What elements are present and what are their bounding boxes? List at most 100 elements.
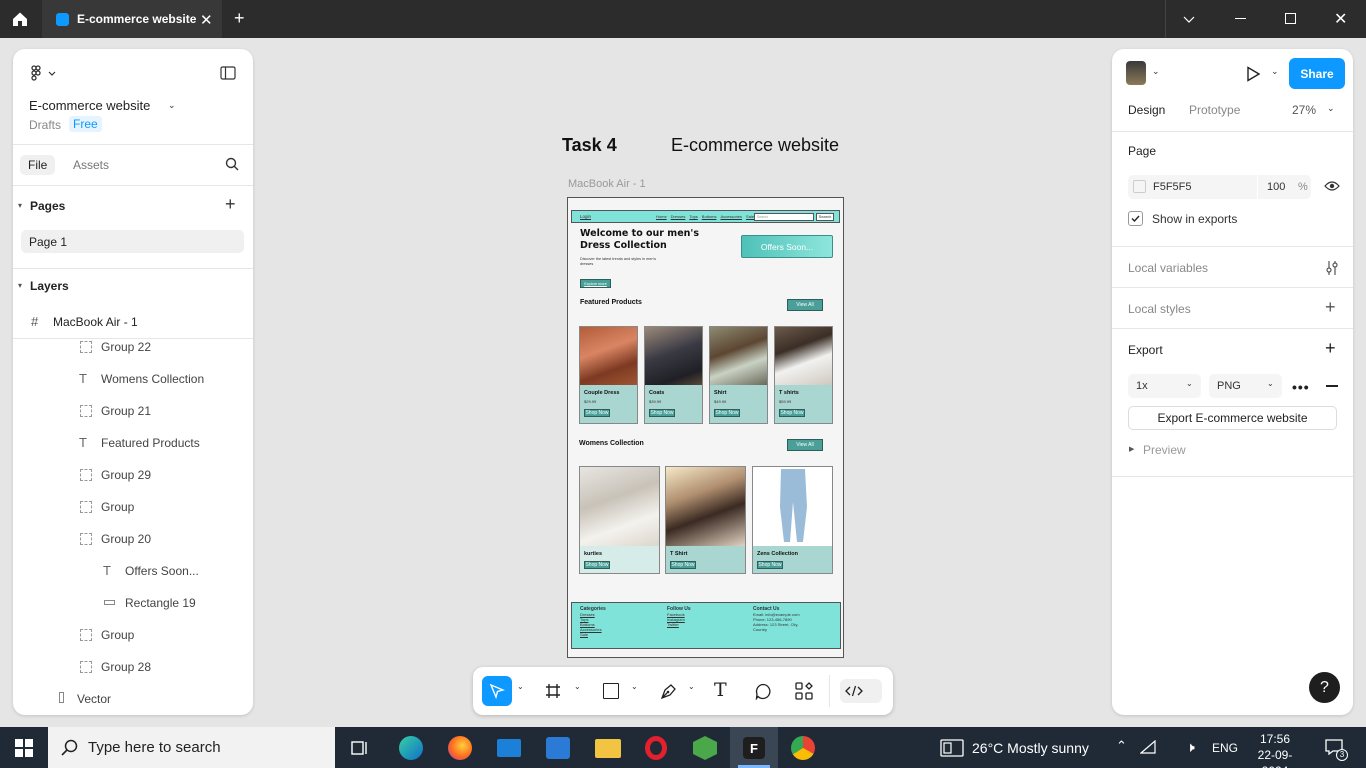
design-navbar: Login Home Dresses Tops Bottoms Accessor… [571, 210, 840, 223]
chevron-down-icon[interactable]: ⌄ [631, 682, 638, 691]
window-close-icon[interactable]: ✕ [1334, 9, 1347, 29]
home-icon[interactable] [10, 10, 30, 28]
color-swatch[interactable] [1133, 180, 1146, 193]
tab-file[interactable]: File [20, 155, 56, 175]
chevron-down-icon[interactable] [1182, 12, 1196, 26]
show-in-exports-checkbox[interactable] [1128, 211, 1143, 226]
file-menu-chevron-icon[interactable]: ⌄ [168, 100, 176, 111]
collapse-layers-icon[interactable]: ▾ [18, 281, 22, 290]
page-color-field[interactable]: F5F5F5 100 % [1128, 175, 1311, 199]
weather-icon[interactable] [940, 739, 964, 757]
network-icon[interactable] [1140, 740, 1156, 754]
zoom-level[interactable]: 27% [1292, 103, 1316, 117]
tab-assets[interactable]: Assets [73, 158, 109, 172]
frame-tool-icon[interactable] [545, 683, 561, 699]
design-explore-button: Explore more [580, 279, 611, 288]
move-tool-icon[interactable] [482, 676, 512, 706]
export-format-select[interactable]: PNG ⌄ [1209, 374, 1282, 398]
chrome-icon[interactable] [791, 736, 815, 760]
page-color-value[interactable]: F5F5F5 [1153, 181, 1192, 193]
macbook-air-frame[interactable]: Login Home Dresses Tops Bottoms Accessor… [567, 197, 844, 658]
windows-start-icon[interactable] [15, 739, 33, 757]
layer-item[interactable]: Group 28 [13, 651, 253, 683]
zoom-chevron-icon[interactable]: ⌄ [1327, 103, 1335, 114]
file-location[interactable]: Drafts [29, 118, 61, 132]
export-button[interactable]: Export E-commerce website [1128, 406, 1337, 430]
collapse-pages-icon[interactable]: ▾ [18, 201, 22, 210]
present-chevron-icon[interactable]: ⌄ [1271, 66, 1279, 77]
design-product-name: T Shirt [670, 551, 688, 557]
task-view-icon[interactable] [351, 739, 369, 757]
chevron-down-icon[interactable]: ⌄ [688, 682, 695, 691]
dev-mode-toggle[interactable] [840, 679, 882, 703]
tab-ecommerce-website[interactable]: E-commerce website ✕ [42, 0, 222, 38]
taskbar-clock[interactable]: 17:56 22-09-2024 [1250, 731, 1300, 768]
language-indicator[interactable]: ENG [1212, 741, 1238, 755]
chevron-down-icon[interactable]: ⌄ [517, 682, 524, 691]
preview-caret-icon[interactable]: ▶ [1129, 445, 1134, 453]
pages-header: Pages [30, 199, 66, 213]
comment-tool-icon[interactable] [755, 683, 772, 700]
add-export-icon[interactable]: + [1325, 338, 1336, 359]
layer-item[interactable]: Rectangle 19 [13, 587, 253, 619]
maximize-icon[interactable] [1285, 13, 1296, 24]
tab-prototype[interactable]: Prototype [1189, 103, 1240, 117]
layer-item[interactable]: Group 21 [13, 395, 253, 427]
remove-export-icon[interactable] [1326, 385, 1338, 387]
chevron-down-icon[interactable]: ⌄ [574, 682, 581, 691]
file-explorer-icon[interactable] [595, 739, 621, 758]
share-button[interactable]: Share [1289, 58, 1345, 89]
layer-item[interactable]: T Featured Products [13, 427, 253, 459]
present-play-icon[interactable] [1246, 66, 1260, 82]
taskbar-active-figma[interactable]: F [730, 727, 778, 768]
figma-menu-icon[interactable] [29, 65, 59, 81]
store-icon[interactable] [546, 737, 570, 759]
panel-toggle-icon[interactable] [220, 66, 236, 80]
design-product-name: Shirt [714, 390, 727, 396]
layer-item[interactable]: Group [13, 619, 253, 651]
file-name[interactable]: E-commerce website [29, 98, 150, 113]
layer-item[interactable]: T Offers Soon... [13, 555, 253, 587]
canvas-heading-task[interactable]: Task 4 [562, 135, 617, 156]
eye-icon[interactable] [1324, 180, 1340, 192]
preview-toggle[interactable]: Preview [1143, 443, 1186, 457]
edge-icon[interactable] [399, 736, 423, 760]
page-item-page-1[interactable]: Page 1 [21, 230, 244, 253]
mail-icon[interactable] [497, 739, 521, 757]
avatar[interactable] [1126, 61, 1146, 85]
show-hidden-icons-icon[interactable]: ⌃ [1116, 738, 1127, 754]
layer-item[interactable]: Group 29 [13, 459, 253, 491]
layer-item[interactable]: Vector [13, 683, 253, 715]
new-tab-icon[interactable]: + [234, 8, 245, 29]
avatar-chevron-icon[interactable]: ⌄ [1152, 66, 1160, 77]
volume-muted-icon[interactable]: 🕨 [1186, 739, 1195, 756]
local-variables-label[interactable]: Local variables [1128, 261, 1208, 275]
actions-tool-icon[interactable] [795, 682, 813, 700]
layer-item[interactable]: Group [13, 491, 253, 523]
tab-design[interactable]: Design [1128, 103, 1165, 117]
search-icon[interactable] [225, 157, 239, 171]
close-tab-icon[interactable]: ✕ [200, 11, 213, 29]
layer-item[interactable]: Group 20 [13, 523, 253, 555]
help-icon[interactable]: ? [1309, 672, 1340, 703]
add-page-icon[interactable]: + [225, 194, 236, 215]
pen-tool-icon[interactable] [660, 683, 677, 700]
weather-text[interactable]: 26°C Mostly sunny [972, 740, 1089, 756]
text-tool-icon[interactable]: T [714, 679, 727, 701]
plan-badge[interactable]: Free [69, 116, 102, 132]
layer-item[interactable]: Group 22 [13, 331, 253, 363]
export-more-icon[interactable]: ••• [1292, 379, 1310, 395]
layer-item[interactable]: T Womens Collection [13, 363, 253, 395]
taskbar-search-box[interactable]: Type here to search [48, 727, 335, 768]
export-scale-select[interactable]: 1x ⌄ [1128, 374, 1201, 398]
rectangle-tool-icon[interactable] [603, 683, 619, 699]
frame-label[interactable]: MacBook Air - 1 [568, 178, 646, 190]
opera-icon[interactable] [645, 736, 667, 760]
local-styles-label[interactable]: Local styles [1128, 302, 1191, 316]
add-style-icon[interactable]: + [1325, 297, 1336, 318]
minimize-icon[interactable] [1235, 18, 1246, 19]
canvas-heading-title[interactable]: E-commerce website [671, 135, 839, 156]
firefox-icon[interactable] [448, 736, 472, 760]
page-opacity-value[interactable]: 100 [1267, 181, 1285, 193]
variables-icon[interactable] [1325, 260, 1339, 276]
